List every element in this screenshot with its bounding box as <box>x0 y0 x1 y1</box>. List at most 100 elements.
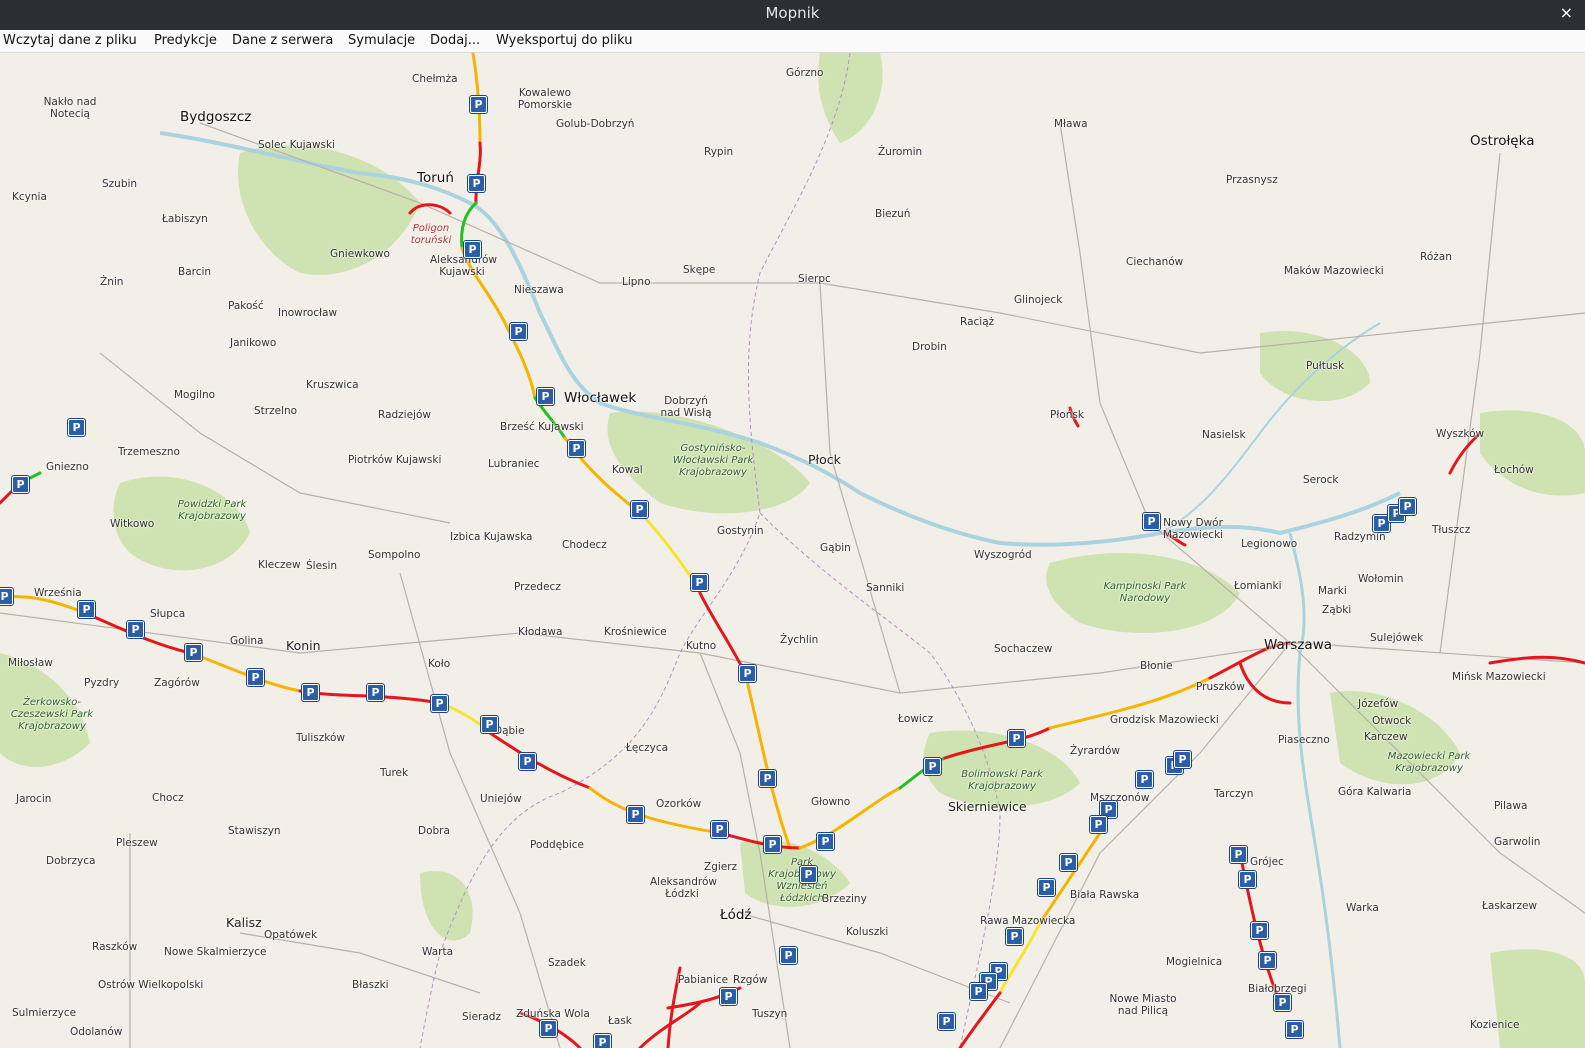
parking-marker[interactable]: P <box>77 600 96 619</box>
parking-marker[interactable]: P <box>301 683 320 702</box>
place-label: Golina <box>230 635 264 647</box>
place-label: Izbica Kujawska <box>450 531 533 543</box>
parking-marker[interactable]: P <box>1285 1020 1304 1039</box>
place-label: Łęczyca <box>626 742 669 754</box>
parking-marker[interactable]: P <box>1258 951 1277 970</box>
place-label: Konin <box>286 638 321 653</box>
place-label: Glinojeck <box>1014 294 1063 306</box>
place-label: Pilawa <box>1494 800 1528 812</box>
place-label: Ostrów Wielkopolski <box>98 979 204 991</box>
parking-marker[interactable]: P <box>1007 729 1026 748</box>
place-label: Witkowo <box>110 518 155 530</box>
menu-load-file[interactable]: Wczytaj dane z pliku <box>0 30 140 52</box>
place-label: Kozienice <box>1470 1019 1520 1031</box>
parking-marker[interactable]: P <box>758 769 777 788</box>
parking-marker[interactable]: P <box>509 322 528 341</box>
place-label: Błaszki <box>352 979 389 991</box>
place-label: Mińsk Mazowiecki <box>1452 671 1546 683</box>
place-label: Nowe Skalmierzyce <box>164 946 267 958</box>
parking-marker[interactable]: P <box>1273 993 1292 1012</box>
parking-marker[interactable]: P <box>0 587 14 606</box>
menu-simulations[interactable]: Symulacje <box>345 30 418 52</box>
parking-marker[interactable]: P <box>816 832 835 851</box>
parking-marker[interactable]: P <box>1089 815 1108 834</box>
parking-marker[interactable]: P <box>467 174 486 193</box>
parking-marker[interactable]: P <box>937 1012 956 1031</box>
menu-bar: Wczytaj dane z pliku Predykcje Dane z se… <box>0 30 1585 53</box>
parking-marker[interactable]: P <box>779 946 798 965</box>
parking-marker[interactable]: P <box>626 805 645 824</box>
parking-marker[interactable]: P <box>719 987 738 1006</box>
parking-marker[interactable]: P <box>539 1019 558 1038</box>
place-label: Piaseczno <box>1278 734 1330 746</box>
parking-marker[interactable]: P <box>1059 853 1078 872</box>
parking-marker[interactable]: P <box>1135 770 1154 789</box>
place-label: Gąbin <box>820 542 851 554</box>
parking-marker[interactable]: P <box>710 820 729 839</box>
place-label: Gniezno <box>46 461 89 473</box>
place-label: Tuliszków <box>296 732 346 744</box>
place-label: Karczew <box>1364 731 1408 743</box>
parking-marker[interactable]: P <box>430 694 449 713</box>
parking-marker[interactable]: P <box>1238 870 1257 889</box>
place-label: Łask <box>608 1015 632 1027</box>
place-label: Opatówek <box>264 929 318 941</box>
place-label: Szubin <box>102 178 138 190</box>
place-label: Łabiszyn <box>162 213 208 225</box>
parking-marker[interactable]: P <box>67 418 86 437</box>
parking-marker[interactable]: P <box>184 643 203 662</box>
menu-add[interactable]: Dodaj... <box>427 30 483 52</box>
place-label: Kruszwica <box>306 379 359 391</box>
parking-marker[interactable]: P <box>1037 878 1056 897</box>
menu-export-file[interactable]: Wyeksportuj do pliku <box>493 30 635 52</box>
place-label: Sierpc <box>798 273 831 285</box>
place-label: Legionowo <box>1241 538 1298 550</box>
place-label: Dobra <box>418 825 450 837</box>
parking-marker[interactable]: P <box>593 1033 612 1048</box>
parking-marker[interactable]: P <box>763 835 782 854</box>
parking-marker[interactable]: P <box>923 757 942 776</box>
place-label: Błonie <box>1140 660 1173 672</box>
place-label: Głowno <box>811 796 851 808</box>
place-label: Zgierz <box>704 861 738 873</box>
place-label: Sulejówek <box>1370 632 1424 644</box>
parking-marker[interactable]: P <box>1005 927 1024 946</box>
place-label: Garwolin <box>1494 836 1541 848</box>
menu-predictions[interactable]: Predykcje <box>151 30 220 52</box>
parking-marker[interactable]: P <box>799 865 818 884</box>
place-label: Szadek <box>548 957 586 969</box>
parking-marker[interactable]: P <box>567 439 586 458</box>
parking-marker[interactable]: P <box>366 683 385 702</box>
place-label: Pułtusk <box>1306 360 1345 372</box>
place-label: Sochaczew <box>994 643 1053 655</box>
parking-marker[interactable]: P <box>1398 497 1417 516</box>
place-label: Józefów <box>1358 698 1399 710</box>
parking-marker[interactable]: P <box>126 620 145 639</box>
parking-marker[interactable]: P <box>1250 921 1269 940</box>
parking-marker[interactable]: P <box>1142 512 1161 531</box>
parking-marker[interactable]: P <box>738 664 757 683</box>
place-label: Żychlin <box>780 634 819 646</box>
parking-marker[interactable]: P <box>969 982 988 1001</box>
parking-marker[interactable]: P <box>463 240 482 259</box>
parking-marker[interactable]: P <box>246 668 265 687</box>
parking-marker[interactable]: P <box>469 95 488 114</box>
place-label: Strzelno <box>254 405 298 417</box>
parking-marker[interactable]: P <box>11 475 30 494</box>
place-label: Koło <box>428 658 451 670</box>
place-label: Warszawa <box>1264 637 1333 653</box>
parking-marker[interactable]: P <box>518 752 537 771</box>
place-label: Wołomin <box>1358 573 1404 585</box>
map-view[interactable]: Chełmża Kowalewo Pomorskie Golub-Dobrzyń… <box>0 53 1585 1048</box>
close-icon[interactable]: × <box>1560 2 1573 24</box>
parking-marker[interactable]: P <box>536 387 555 406</box>
parking-marker[interactable]: P <box>480 715 499 734</box>
area-label: Mazowiecki Park Krajobrazowy <box>1387 751 1471 774</box>
parking-marker[interactable]: P <box>1229 845 1248 864</box>
parking-marker[interactable]: P <box>690 573 709 592</box>
place-label: Kutno <box>686 640 717 652</box>
parking-marker[interactable]: P <box>630 500 649 519</box>
parking-marker[interactable]: P <box>1173 750 1192 769</box>
place-label: Mszczonów <box>1090 792 1150 804</box>
menu-server-data[interactable]: Dane z serwera <box>229 30 336 52</box>
